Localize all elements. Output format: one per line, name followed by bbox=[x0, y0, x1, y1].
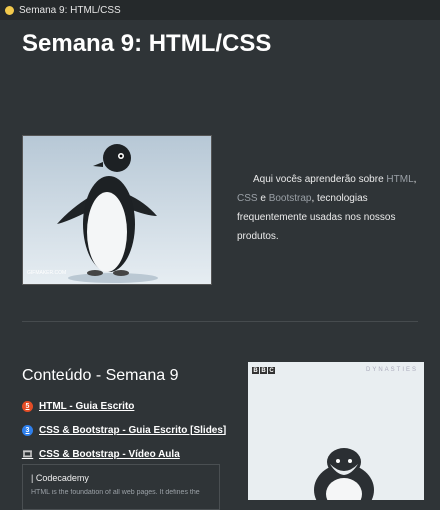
bbc-letter: C bbox=[268, 367, 275, 374]
css-link[interactable]: CSS bbox=[237, 193, 258, 204]
codecademy-bookmark[interactable]: | Codecademy HTML is the foundation of a… bbox=[22, 464, 220, 510]
css-bootstrap-slides-link[interactable]: 3 CSS & Bootstrap - Guia Escrito [Slides… bbox=[22, 418, 226, 442]
film-icon: 🎞 bbox=[21, 448, 34, 459]
page-title: Semana 9: HTML/CSS bbox=[22, 30, 272, 57]
content-item-label: CSS & Bootstrap - Vídeo Aula bbox=[39, 448, 180, 460]
content-item-label: CSS & Bootstrap - Guia Escrito [Slides] bbox=[39, 424, 227, 436]
html-link[interactable]: HTML bbox=[386, 174, 413, 185]
intro-and: e bbox=[257, 193, 269, 204]
content-item-label: HTML - Guia Escrito bbox=[39, 400, 135, 412]
section-divider bbox=[22, 321, 418, 322]
html5-icon: 5 bbox=[22, 400, 33, 412]
bootstrap-link[interactable]: Bootstrap bbox=[269, 193, 312, 204]
css-bootstrap-video-link[interactable]: 🎞 CSS & Bootstrap - Vídeo Aula bbox=[22, 442, 226, 466]
css3-icon: 3 bbox=[22, 424, 33, 436]
content-section-title: Conteúdo - Semana 9 bbox=[22, 367, 179, 384]
html-guide-link[interactable]: 5 HTML - Guia Escrito bbox=[22, 394, 226, 418]
penguin-video-thumbnail[interactable]: B B C DYNASTIES bbox=[248, 362, 424, 500]
bbc-logo: B B C bbox=[252, 367, 275, 374]
bookmark-title: | Codecademy bbox=[31, 473, 89, 483]
bbc-letter: B bbox=[252, 367, 259, 374]
penguin-gif-image: GIFMAKER.COM bbox=[22, 135, 212, 285]
intro-separator: , bbox=[413, 174, 417, 185]
intro-prefix: Aqui vocês aprenderão sobre bbox=[253, 174, 387, 185]
browser-tab[interactable]: Semana 9: HTML/CSS bbox=[0, 0, 440, 20]
bookmark-description: HTML is the foundation of all web pages.… bbox=[31, 489, 200, 496]
bbc-letter: B bbox=[260, 367, 267, 374]
dynasties-label: DYNASTIES bbox=[365, 367, 418, 373]
tab-title: Semana 9: HTML/CSS bbox=[19, 4, 121, 16]
page-favicon-icon bbox=[5, 5, 14, 15]
gif-watermark: GIFMAKER.COM bbox=[27, 270, 67, 276]
content-list: 5 HTML - Guia Escrito 3 CSS & Bootstrap … bbox=[22, 394, 226, 466]
intro-paragraph: Aqui vocês aprenderão sobre HTML, CSS e … bbox=[237, 170, 432, 246]
